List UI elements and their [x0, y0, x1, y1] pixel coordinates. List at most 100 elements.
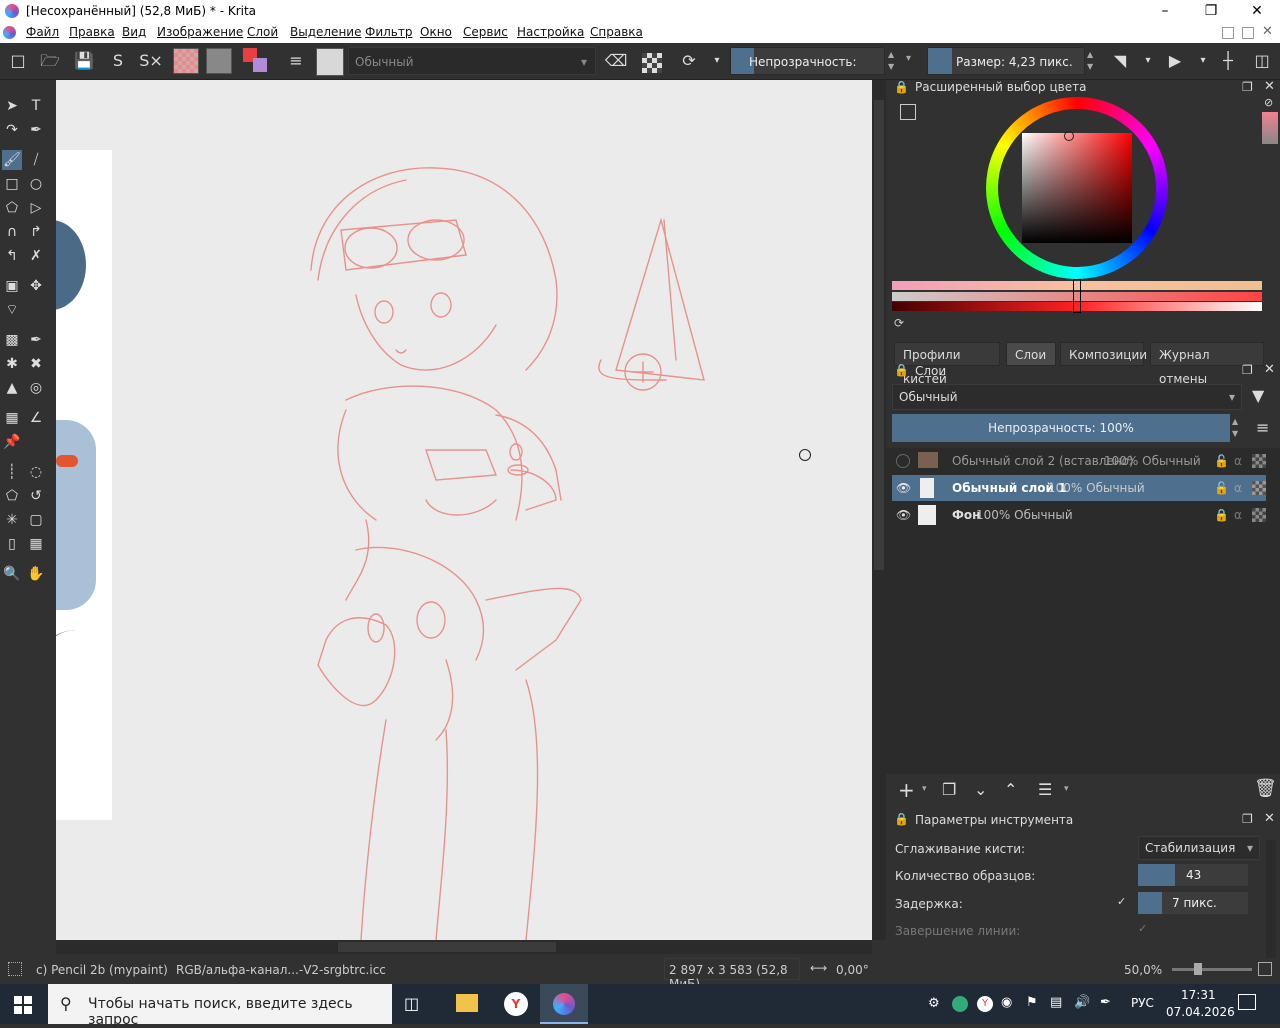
lock-icon[interactable]: 🔒	[1214, 502, 1229, 528]
smoothing-select[interactable]: Стабилизация ▾	[1138, 836, 1260, 860]
move-tool-icon[interactable]: ✥	[26, 276, 46, 296]
pen-icon[interactable]: ✒	[1100, 995, 1111, 1010]
layer-row[interactable]: 👁 Обычный слой 1 100% Обычный 🔓 α	[892, 475, 1266, 501]
transform-tool-icon[interactable]: ▣	[2, 276, 22, 296]
tool-options-lock-icon[interactable]: 🔒	[894, 812, 909, 826]
reload-preset-icon[interactable]: ⟳	[677, 49, 701, 73]
yandex-browser-icon[interactable]: Y	[504, 992, 528, 1016]
input-language[interactable]: РУС	[1131, 996, 1154, 1010]
yandex-tray-icon[interactable]: Y	[977, 996, 993, 1012]
clock-time[interactable]: 17:31	[1181, 988, 1216, 1002]
mirror-horizontal-dropdown[interactable]: ▾	[1136, 49, 1160, 73]
text-tool-icon[interactable]: T	[26, 96, 46, 116]
task-view-icon[interactable]: ◫	[404, 994, 419, 1013]
tray-app-icon[interactable]	[952, 996, 968, 1012]
pattern-swatch-icon[interactable]	[206, 48, 232, 74]
color-wheel[interactable]	[986, 97, 1168, 279]
inherit-alpha-icon[interactable]	[1252, 508, 1266, 522]
restore-docker-button[interactable]	[1242, 27, 1254, 39]
opacity-dropdown[interactable]: ▾	[906, 53, 911, 64]
workspace-icon[interactable]: ◫	[1250, 49, 1274, 73]
color-settings-icon[interactable]	[900, 104, 916, 120]
steam-icon[interactable]: ⚙	[928, 996, 940, 1011]
eraser-mode-icon[interactable]: ⌫	[604, 49, 628, 73]
line-tool-icon[interactable]: ⧸	[26, 150, 46, 170]
layer-blend-mode-select[interactable]: Обычный ▾	[892, 384, 1242, 410]
menu-tools[interactable]: Сервис	[463, 25, 508, 39]
visibility-off-icon[interactable]	[896, 454, 910, 468]
reload-dropdown-icon[interactable]: ▾	[705, 49, 729, 73]
measure-tool-icon[interactable]: ∠	[26, 408, 46, 428]
menu-file[interactable]: Файл	[26, 25, 59, 39]
menu-filter[interactable]: Фильтр	[365, 25, 412, 39]
filter-icon[interactable]: ▼	[1252, 386, 1264, 405]
samples-slider[interactable]: 43	[1138, 864, 1248, 886]
close-color-docker-button[interactable]: ✕	[1264, 79, 1275, 94]
colorize-mask-tool-icon[interactable]: ✱	[2, 354, 22, 374]
file-explorer-icon[interactable]	[456, 994, 478, 1012]
layer-opacity-spin[interactable]: ▲ ▼	[1232, 416, 1238, 440]
close-docker-button[interactable]: ✕	[1262, 24, 1273, 39]
enclose-fill-tool-icon[interactable]: ◎	[26, 378, 46, 398]
close-layers-docker-button[interactable]: ✕	[1264, 362, 1275, 377]
minimize-button[interactable]: –	[1142, 0, 1188, 23]
reset-icon[interactable]: S×	[139, 49, 163, 73]
menu-select[interactable]: Выделение	[290, 25, 361, 39]
menu-settings[interactable]: Настройка	[517, 25, 584, 39]
rectangular-selection-tool-icon[interactable]: ┊	[2, 462, 22, 482]
layer-properties-icon[interactable]: ☰	[1038, 780, 1052, 799]
menu-edit[interactable]: Правка	[69, 25, 115, 39]
freehand-path-tool-icon[interactable]: ↱	[26, 222, 46, 242]
wrap-around-icon[interactable]: ┼	[1216, 49, 1240, 73]
float-layers-docker-button[interactable]: ❐	[1242, 363, 1253, 377]
slider-handle[interactable]	[1073, 279, 1081, 313]
lock-icon[interactable]: 🔓	[1214, 475, 1229, 501]
delete-layer-icon[interactable]: 🗑	[1254, 778, 1277, 799]
assistant-tool-icon[interactable]: ▦	[2, 408, 22, 428]
zoom-fit-icon[interactable]	[1258, 962, 1272, 976]
mirror-vertical-dropdown[interactable]: ▾	[1191, 49, 1215, 73]
search-box[interactable]: ⚲ Чтобы начать поиск, введите здесь запр…	[48, 984, 392, 1028]
canvas-horizontal-scrollbar[interactable]	[56, 940, 872, 954]
float-docker-button[interactable]	[1222, 27, 1234, 39]
menu-window[interactable]: Окно	[420, 25, 452, 39]
network-icon[interactable]: ▤	[1050, 995, 1062, 1010]
menu-view[interactable]: Вид	[122, 25, 146, 39]
contiguous-selection-tool-icon[interactable]: ✳	[2, 510, 22, 530]
tab-layers[interactable]: Слои	[1006, 342, 1056, 366]
select-shape-tool-icon[interactable]: ➤	[2, 96, 22, 116]
move-layer-down-icon[interactable]: ⌄	[974, 780, 987, 799]
menu-layer[interactable]: Слой	[247, 25, 278, 39]
gradient-swatch-icon[interactable]	[173, 48, 199, 74]
smart-patch-tool-icon[interactable]: ✖	[26, 354, 46, 374]
float-color-docker-button[interactable]: ❐	[1242, 80, 1253, 94]
finish-line-checkbox[interactable]: ✓	[1138, 922, 1152, 936]
brush-preview-icon[interactable]	[316, 48, 344, 76]
polygonal-selection-tool-icon[interactable]: ⬠	[2, 486, 22, 506]
maximize-button[interactable]: ❐	[1188, 0, 1234, 23]
canvas[interactable]	[56, 80, 872, 940]
similar-selection-tool-icon[interactable]: ▢	[26, 510, 46, 530]
notifications-icon[interactable]	[1238, 994, 1256, 1010]
mirror-vertical-icon[interactable]: ▶	[1163, 49, 1187, 73]
brush-presets-icon[interactable]: ≡	[284, 49, 308, 73]
tab-brush-presets[interactable]: Профили кистей	[894, 342, 1000, 386]
zoom-tool-icon[interactable]: 🔍	[2, 564, 22, 584]
new-document-icon[interactable]: □	[6, 49, 30, 73]
magnetic-selection-tool-icon[interactable]: ▦	[26, 534, 46, 554]
volume-icon[interactable]: 🔊	[1074, 995, 1090, 1010]
duplicate-layer-icon[interactable]: ❐	[942, 780, 956, 799]
windows-start-icon[interactable]	[14, 996, 32, 1014]
size-slider[interactable]: Размер: 4,23 пикс.	[927, 47, 1085, 75]
lock-icon[interactable]: 🔒	[894, 80, 909, 94]
edit-shapes-tool-icon[interactable]: ↷	[2, 120, 22, 140]
layers-lock-icon[interactable]: 🔒	[894, 363, 909, 377]
freehand-brush-tool-icon[interactable]: 🖌	[2, 150, 22, 170]
preserve-alpha-icon[interactable]	[642, 53, 662, 73]
blend-mode-select[interactable]: Обычный ▾	[348, 47, 596, 75]
discord-icon[interactable]: ◉	[1001, 995, 1012, 1010]
delay-slider[interactable]: 7 пикс.	[1138, 892, 1248, 914]
fill-tool-icon[interactable]: ▲	[2, 378, 22, 398]
visibility-icon[interactable]: 👁	[896, 475, 911, 501]
ellipse-tool-icon[interactable]: ○	[26, 174, 46, 194]
